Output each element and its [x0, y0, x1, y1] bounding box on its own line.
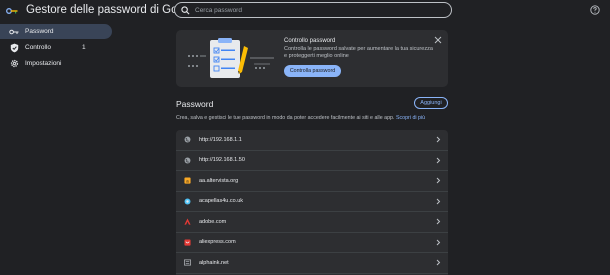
chevron-right-icon: [436, 218, 441, 225]
passwords-description: Crea, salva e gestisci le tue password i…: [176, 115, 425, 121]
adobe-icon: [184, 218, 191, 225]
promo-title: Controllo password: [284, 38, 336, 44]
alphaink-icon: [184, 259, 191, 266]
top-bar: Gestore delle password di Google: [0, 0, 610, 22]
chevron-right-icon: [436, 198, 441, 204]
globe-icon: [184, 136, 191, 143]
password-manager-logo-icon: [6, 8, 18, 14]
chevron-right-icon: [436, 157, 441, 163]
sidebar-item-label: Impostazioni: [25, 60, 62, 67]
sidebar-item-label: Password: [25, 28, 54, 35]
password-row[interactable]: adobe.com: [176, 212, 448, 233]
help-icon[interactable]: [590, 5, 600, 15]
globe-icon: [184, 157, 191, 164]
site-label: adobe.com: [199, 218, 227, 225]
issue-count-badge: 1: [82, 44, 86, 51]
search-input[interactable]: [195, 4, 435, 16]
acapellas-icon: [184, 198, 191, 205]
site-label: http://192.168.1.1: [199, 136, 242, 143]
learn-more-link[interactable]: Scopri di più: [396, 115, 425, 121]
chevron-right-icon: [436, 136, 441, 143]
shield-check-icon: [9, 43, 19, 53]
gear-icon: [9, 59, 19, 69]
sidebar: Password Controllo 1 Impostazioni: [0, 24, 112, 72]
passwords-description-text: Crea, salva e gestisci le tue password i…: [176, 115, 395, 121]
site-label: aa.altervista.org: [199, 177, 239, 184]
site-label: aliexpress.com: [199, 239, 236, 246]
search-icon: [181, 6, 190, 15]
password-checkup-card: Controllo password Controlla le password…: [176, 30, 448, 87]
search-bar[interactable]: [174, 2, 452, 18]
password-row[interactable]: acapellas4u.co.uk: [176, 192, 448, 212]
password-row[interactable]: alphaink.net: [176, 253, 448, 274]
chevron-right-icon: [436, 239, 441, 245]
chevron-right-icon: [436, 177, 441, 184]
sidebar-item-impostazioni[interactable]: Impostazioni: [0, 56, 112, 71]
site-label: http://192.168.1.50: [199, 157, 245, 164]
password-list: http://192.168.1.1 http://192.168.1.50 a…: [176, 130, 448, 274]
aliexpress-icon: [184, 239, 191, 246]
add-password-button[interactable]: Aggiungi: [414, 97, 448, 109]
promo-description: Controlla le password salvate per aument…: [284, 46, 433, 59]
sidebar-item-controllo[interactable]: Controllo 1: [0, 40, 112, 55]
chevron-right-icon: [436, 259, 441, 266]
checkup-illustration: [188, 38, 274, 78]
site-label: alphaink.net: [199, 259, 229, 266]
check-passwords-button[interactable]: Controlla password: [284, 65, 341, 77]
sidebar-item-password[interactable]: Password: [0, 24, 112, 39]
passwords-section-title: Password: [176, 99, 214, 109]
close-icon[interactable]: [434, 36, 442, 44]
key-icon: [9, 27, 19, 37]
sidebar-item-label: Controllo: [25, 44, 52, 51]
password-row[interactable]: a aa.altervista.org: [176, 171, 448, 192]
password-row[interactable]: aliexpress.com: [176, 233, 448, 253]
altervista-icon: a: [184, 177, 191, 184]
site-label: acapellas4u.co.uk: [199, 198, 244, 205]
password-row[interactable]: http://192.168.1.50: [176, 151, 448, 171]
password-row[interactable]: http://192.168.1.1: [176, 130, 448, 151]
